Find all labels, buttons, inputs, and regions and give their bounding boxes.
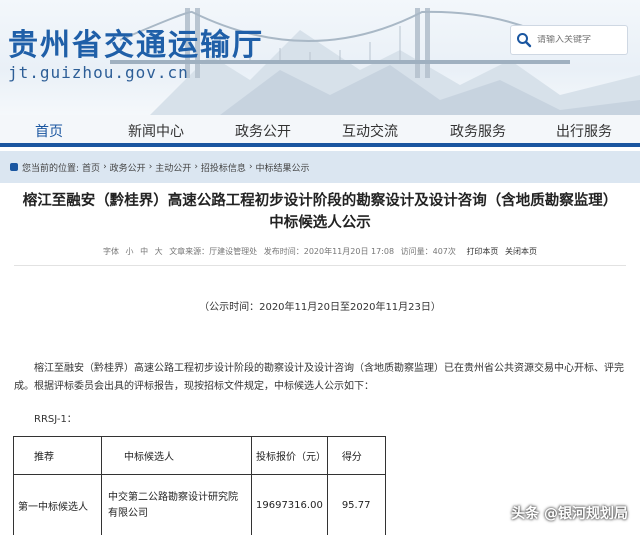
breadcrumb-prefix: 您当前的位置: — [22, 163, 80, 174]
nav-item-home[interactable]: 首页 — [35, 121, 63, 141]
nav-item-gov-affairs[interactable]: 政务公开 — [235, 121, 291, 141]
table-header-cell: 得分 — [326, 436, 386, 475]
article-source: 文章来源：厅建设管理处 — [169, 247, 258, 256]
main-nav: 首页 新闻中心 政务公开 互动交流 政务服务 出行服务 — [0, 115, 640, 147]
search-icon[interactable] — [511, 26, 537, 54]
breadcrumb-separator: › — [248, 162, 253, 172]
font-size-medium-button[interactable]: 中 — [140, 247, 148, 256]
search-input[interactable] — [537, 35, 625, 45]
breadcrumb-item-bidding[interactable]: 招投标信息 — [201, 161, 246, 174]
breadcrumb-item-active-disclosure[interactable]: 主动公开 — [155, 161, 191, 174]
table-header-row: 推荐 中标候选人 投标报价（元） 得分 — [13, 436, 386, 475]
breadcrumb-separator: › — [103, 162, 107, 172]
breadcrumb-separator: › — [148, 162, 153, 172]
site-url: jt.guizhou.gov.cn — [8, 63, 189, 82]
nav-item-travel[interactable]: 出行服务 — [556, 121, 612, 141]
font-size-small-button[interactable]: 小 — [126, 247, 134, 256]
breadcrumb-item-home[interactable]: 首页 — [82, 161, 100, 174]
table-cell-score: 95.77 — [326, 474, 386, 535]
close-page-button[interactable]: 关闭本页 — [505, 247, 537, 256]
print-button[interactable]: 打印本页 — [466, 247, 498, 256]
breadcrumb: 您当前的位置: 首页 › 政务公开 › 主动公开 › 招投标信息 › 中标结果公… — [0, 151, 640, 183]
table-row: 第一中标候选人 中交第二公路勘察设计研究院有限公司 19697316.00 95… — [13, 474, 386, 535]
breadcrumb-separator: › — [194, 162, 198, 172]
notice-period: （公示时间：2020年11月20日至2020年11月23日） — [199, 302, 441, 313]
divider — [14, 265, 626, 266]
site-title[interactable]: 贵州省交通运输厅 — [8, 20, 264, 64]
breadcrumb-item-results[interactable]: 中标结果公示 — [256, 161, 310, 174]
search-box[interactable] — [510, 25, 628, 55]
table-header-cell: 投标报价（元） — [251, 436, 328, 475]
font-size-label: 字体 — [103, 247, 119, 256]
article-title: 榕江至融安（黔桂界）高速公路工程初步设计阶段的勘察设计及设计咨询（含地质勘察监理… — [0, 190, 640, 234]
article-title-line1: 榕江至融安（黔桂界）高速公路工程初步设计阶段的勘察设计及设计咨询（含地质勘察监理… — [22, 193, 618, 209]
breadcrumb-item-gov-affairs[interactable]: 政务公开 — [110, 161, 146, 174]
table-header-cell: 中标候选人 — [101, 436, 252, 475]
article-meta: 字体 小 中 大 文章来源：厅建设管理处 发布时间：2020年11月20日 17… — [0, 246, 640, 257]
table-header-cell: 推荐 — [13, 436, 102, 475]
table-cell-price: 19697316.00 — [251, 474, 328, 535]
article-visits: 访问量：407次 — [400, 247, 456, 256]
font-size-large-button[interactable]: 大 — [155, 247, 163, 256]
table-cell-candidate: 中交第二公路勘察设计研究院有限公司 — [101, 474, 252, 535]
nav-item-interaction[interactable]: 互动交流 — [342, 121, 398, 141]
site-header: 贵州省交通运输厅 jt.guizhou.gov.cn — [0, 0, 640, 115]
article-title-line2: 中标候选人公示 — [269, 215, 371, 231]
nav-item-services[interactable]: 政务服务 — [450, 121, 506, 141]
nav-item-news[interactable]: 新闻中心 — [128, 121, 184, 141]
location-icon — [10, 163, 18, 171]
article-paragraph: 榕江至融安（黔桂界）高速公路工程初步设计阶段的勘察设计及设计咨询（含地质勘察监理… — [14, 363, 624, 392]
article-date: 发布时间：2020年11月20日 17:08 — [263, 247, 395, 256]
candidate-table: 推荐 中标候选人 投标报价（元） 得分 第一中标候选人 中交第二公路勘察设计研究… — [13, 436, 386, 535]
table-cell-rank: 第一中标候选人 — [13, 474, 102, 535]
watermark: 头条 @银河规划局 — [511, 506, 628, 522]
section-code: RRSJ-1： — [34, 414, 77, 425]
